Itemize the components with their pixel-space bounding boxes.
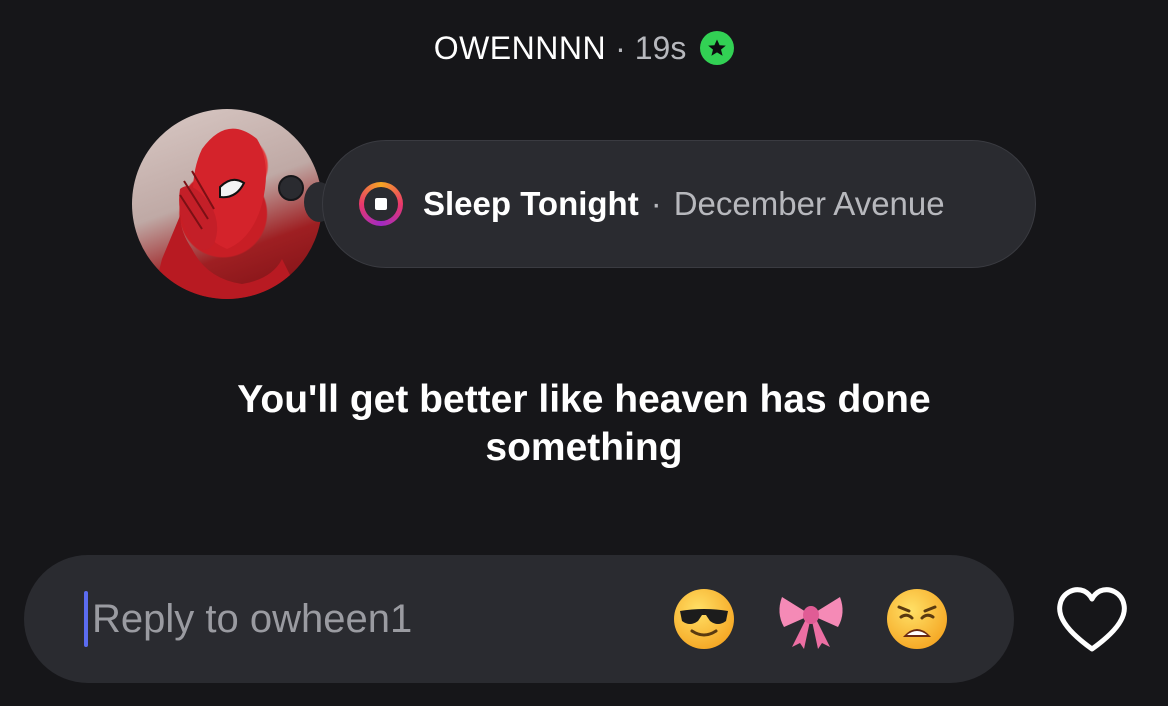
reply-bar <box>24 555 1014 683</box>
text-cursor <box>84 591 88 647</box>
weary-face-emoji[interactable] <box>882 584 952 654</box>
timestamp: 19s <box>634 30 687 66</box>
username[interactable]: OWENNNN <box>434 26 606 70</box>
song-title: Sleep Tonight <box>423 185 639 222</box>
note-header: OWENNNN · 19s <box>0 26 1168 70</box>
header-separator: · <box>615 30 626 66</box>
star-badge-icon <box>700 31 735 65</box>
heart-outline-icon[interactable] <box>1054 585 1130 655</box>
music-note-bubble[interactable]: Sleep Tonight · December Avenue <box>322 140 1036 268</box>
avatar[interactable] <box>132 109 322 299</box>
smiling-face-with-sunglasses-emoji[interactable] <box>669 584 739 654</box>
music-separator: · <box>650 185 662 222</box>
reply-input[interactable] <box>90 595 614 643</box>
artist-name: December Avenue <box>673 185 945 222</box>
pink-ribbon-emoji[interactable] <box>776 584 846 654</box>
thought-bubble-dot <box>278 175 304 201</box>
music-stop-icon[interactable] <box>359 182 403 226</box>
note-caption: You'll get better like heaven has done s… <box>237 378 931 469</box>
